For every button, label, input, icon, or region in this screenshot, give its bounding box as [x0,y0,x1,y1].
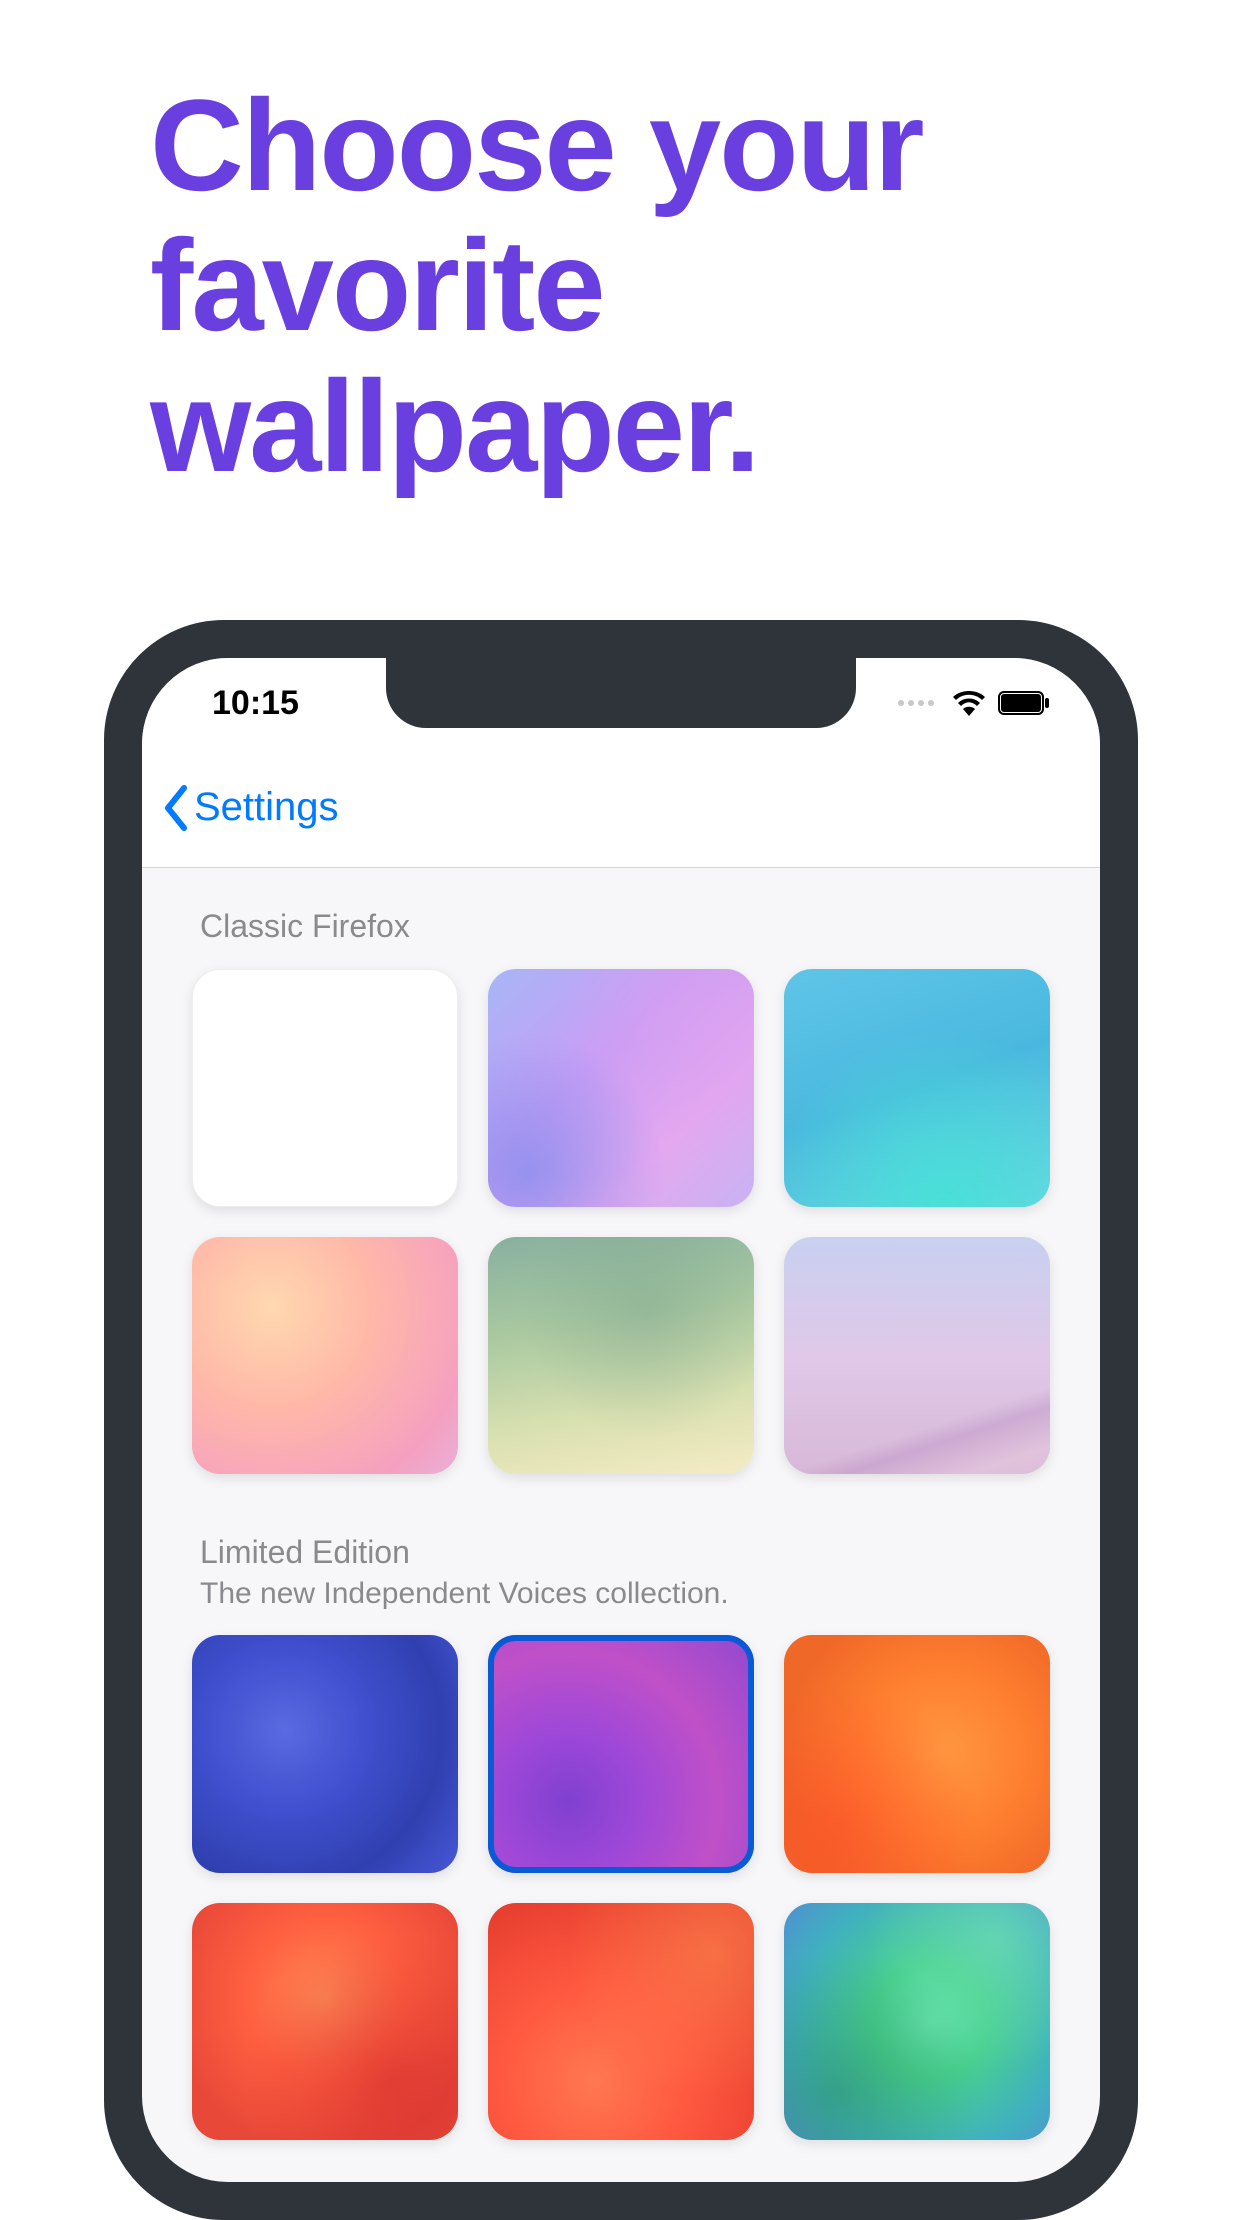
wallpaper-tile[interactable] [784,969,1050,1207]
wallpaper-tile[interactable] [192,1635,458,1873]
wallpaper-tile[interactable] [488,1237,754,1475]
wallpaper-tile[interactable] [488,1903,754,2141]
wallpaper-tile[interactable] [192,1903,458,2141]
wallpaper-tile[interactable] [784,1903,1050,2141]
back-button[interactable]: Settings [162,785,339,831]
status-indicators [898,690,1050,716]
wallpaper-tile[interactable] [192,1237,458,1475]
section-title-limited: Limited Edition [200,1534,1050,1571]
wallpaper-tile[interactable] [488,969,754,1207]
wallpaper-tile[interactable] [192,969,458,1207]
pagination-dots-icon [898,700,934,706]
wallpaper-tile[interactable] [784,1237,1050,1475]
section-subtitle-limited: The new Independent Voices collection. [200,1577,1050,1611]
section-title-classic: Classic Firefox [200,908,1050,945]
phone-notch [386,658,856,728]
status-time: 10:15 [212,684,299,723]
wallpaper-tile[interactable] [488,1635,754,1873]
wallpaper-grid-limited [192,1635,1050,2140]
chevron-left-icon [162,785,190,831]
wallpaper-tile[interactable] [784,1635,1050,1873]
back-label: Settings [194,785,339,830]
battery-icon [998,691,1050,715]
nav-bar: Settings [142,748,1100,868]
wallpaper-grid-classic [192,969,1050,1474]
content-area: Classic Firefox Limited Edition The new … [142,868,1100,2140]
phone-screen: 10:15 Settings Classic Firefox [142,658,1100,2182]
phone-frame: 10:15 Settings Classic Firefox [104,620,1138,2220]
wifi-icon [952,690,986,716]
marketing-headline: Choose your favorite wallpaper. [150,75,1242,496]
